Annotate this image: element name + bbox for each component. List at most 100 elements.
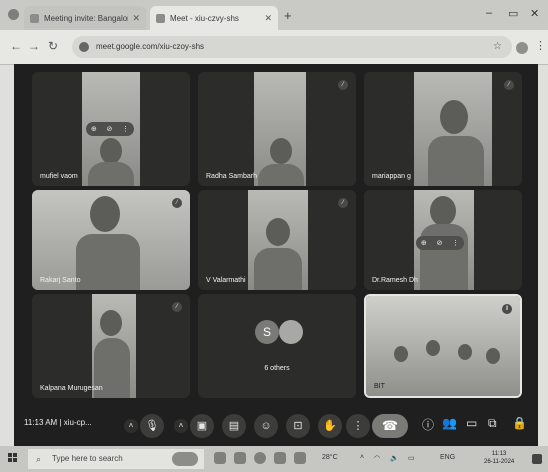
participant-tile[interactable]: ⁄ Kalpana Murugesan [32,294,190,398]
host-controls-icon[interactable]: 🔒 [512,416,527,430]
browser-profile-icon[interactable] [8,9,19,20]
mic-muted-icon: ⁄ [338,80,348,90]
audio-options-icon[interactable]: ˄ [124,419,138,433]
mic-muted-icon: ⁄ [172,198,182,208]
participant-name: Dr.Ramesh Dh [372,277,418,284]
participant-face [270,138,292,164]
meeting-info-icon[interactable]: ⓘ [422,416,434,433]
raise-hand-button[interactable]: ✋ [318,414,342,438]
leave-call-button[interactable]: ☎ [372,414,408,438]
mic-muted-icon: ⁄ [504,80,514,90]
tab-label: Meet - xiu-czvy-shs [170,13,239,23]
tile-overlay-controls[interactable]: ⊕ ⊘ ⋮ [86,122,134,136]
video-options-icon[interactable]: ˄ [174,419,188,433]
search-icon: ⌕ [36,454,42,464]
taskbar-app-icon[interactable] [274,452,286,464]
browser-toolbar: ← → ↻ meet.google.com/xiu-czoy-shs ☆ ⋮ [0,30,548,65]
mute-icon[interactable]: ⊘ [437,239,443,247]
bookmark-star-icon[interactable]: ☆ [493,36,502,58]
others-avatar: S [255,320,279,344]
participant-body [88,162,134,186]
classroom-person [486,348,500,364]
participant-tile[interactable]: ⊕ ⊘ ⋮ Dr.Ramesh Dh [364,190,522,290]
close-tab-icon[interactable]: ✕ [132,13,140,24]
others-tile[interactable]: S 6 others [198,294,356,398]
participant-name: V Valarmathi [206,277,246,284]
participant-name: Rakarj Santo [40,277,81,284]
taskbar-search-box[interactable]: ⌕ Type here to search [28,449,204,469]
classroom-person [426,340,440,356]
people-icon[interactable]: 👥 [442,416,457,430]
tile-overlay-controls[interactable]: ⊕ ⊘ ⋮ [416,236,464,250]
participant-name: mufiel vaom [40,173,78,180]
windows-start-icon[interactable] [8,453,18,463]
pin-icon[interactable]: ⊕ [421,239,427,247]
chat-icon[interactable]: ▭ [466,416,477,430]
participant-face [100,138,122,164]
taskbar-clock[interactable]: 11:13 26-11-2024 [484,450,514,466]
search-placeholder: Type here to search [52,454,123,463]
more-options-icon[interactable]: ⋮ [452,239,459,247]
participant-name: Radha Sambarh [206,173,257,180]
new-tab-button[interactable]: + [284,8,292,23]
camera-button[interactable]: ▣ [190,414,214,438]
minimize-icon[interactable]: – [486,7,492,19]
battery-icon[interactable]: ▭ [408,454,415,462]
tab-label: Meeting invite: Bangalore Inst [44,13,128,23]
participant-tile[interactable]: ⁄ Radha Sambarh [198,72,356,186]
notification-center-icon[interactable] [532,454,542,464]
participant-body [254,248,302,290]
participant-tile[interactable]: ⁄ Rakarj Santo [32,190,190,290]
participant-face [100,310,122,336]
participant-tile[interactable]: ⁄ mariappan g [364,72,522,186]
site-info-icon[interactable] [79,42,89,52]
participant-tile[interactable]: ‖ BIT [364,294,522,398]
weather-tray[interactable]: 28°C [322,454,338,461]
participant-face [440,100,468,134]
tab-meet[interactable]: Meet - xiu-czvy-shs ✕ [150,6,278,30]
reload-icon[interactable]: ↻ [48,39,58,53]
captions-button[interactable]: ▤ [222,414,246,438]
classroom-person [394,346,408,362]
search-highlight-icon[interactable] [172,452,198,466]
tray-chevron-icon[interactable]: ˄ [360,454,364,461]
participant-face [90,196,120,232]
forward-arrow-icon[interactable]: → [28,39,40,53]
pin-icon[interactable]: ⊕ [91,125,97,133]
meeting-time-and-code: 11:13 AM | xiu-cp... [24,418,92,427]
taskbar-app-icon[interactable] [294,452,306,464]
maximize-icon[interactable]: ▭ [508,7,518,20]
address-bar[interactable]: meet.google.com/xiu-czoy-shs ☆ [72,36,512,58]
volume-icon[interactable]: 🔈 [390,454,399,462]
emoji-button[interactable]: ☺ [254,414,278,438]
clock-date: 26-11-2024 [484,459,515,465]
others-avatar-photo [279,320,303,344]
language-indicator[interactable]: ENG [440,454,455,461]
mic-muted-icon: ⁄ [172,302,182,312]
participant-tile[interactable]: ⊕ ⊘ ⋮ mufiel vaom [32,72,190,186]
close-tab-icon[interactable]: ✕ [264,13,272,24]
tab-meeting-invite[interactable]: Meeting invite: Bangalore Inst ✕ [24,6,146,30]
participant-body [428,136,484,186]
more-options-icon[interactable]: ⋮ [122,125,129,133]
taskbar-app-icon[interactable] [234,452,246,464]
others-label: 6 others [264,365,290,372]
browser-menu-icon[interactable]: ⋮ [535,39,546,52]
task-view-icon[interactable] [214,452,226,464]
more-options-button[interactable]: ⋮ [346,414,370,438]
present-screen-button[interactable]: ⊡ [286,414,310,438]
browser-tab-bar: Meeting invite: Bangalore Inst ✕ Meet - … [0,0,548,30]
profile-avatar-icon[interactable] [516,42,528,54]
close-window-icon[interactable]: ✕ [530,7,539,20]
chrome-taskbar-icon[interactable] [254,452,266,464]
participant-body [76,234,140,290]
participant-tile[interactable]: ⁄ V Valarmathi [198,190,356,290]
network-icon[interactable]: ◠ [374,454,380,462]
mute-icon[interactable]: ⊘ [107,125,113,133]
meeting-time: 11:13 AM [24,418,58,427]
windows-taskbar: ⌕ Type here to search 28°C ˄ ◠ 🔈 ▭ ENG 1… [0,446,548,472]
back-arrow-icon[interactable]: ← [10,39,22,53]
participant-body [420,224,468,290]
activities-icon[interactable]: ⧉ [488,416,497,431]
microphone-button[interactable]: 🎙 [140,414,164,438]
